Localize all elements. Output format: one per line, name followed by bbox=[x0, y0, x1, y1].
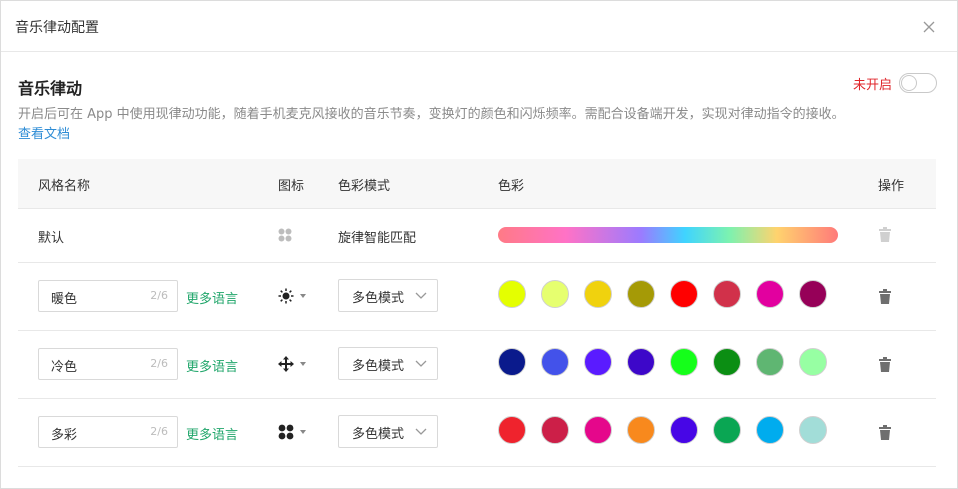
color-swatch[interactable] bbox=[498, 348, 526, 376]
toggle-knob bbox=[902, 76, 916, 90]
color-swatch[interactable] bbox=[756, 348, 784, 376]
color-swatch[interactable] bbox=[584, 280, 612, 308]
gradient-color-bar bbox=[498, 227, 838, 243]
more-languages-link[interactable]: 更多语言 bbox=[186, 356, 238, 375]
chevron-down-icon bbox=[300, 362, 306, 366]
color-swatches bbox=[498, 280, 842, 308]
color-swatches bbox=[498, 416, 842, 444]
dialog-title: 音乐律动配置 bbox=[15, 20, 99, 36]
color-swatches bbox=[498, 348, 842, 376]
color-swatch[interactable] bbox=[670, 416, 698, 444]
color-mode-value: 多色模式 bbox=[352, 359, 405, 374]
trash-icon[interactable] bbox=[878, 425, 892, 441]
color-mode-select[interactable]: 多色模式 bbox=[338, 415, 438, 448]
toggle-status-text: 未开启 bbox=[852, 77, 892, 93]
color-swatch[interactable] bbox=[713, 280, 741, 308]
icon-picker[interactable] bbox=[278, 424, 306, 440]
color-swatch[interactable] bbox=[584, 348, 612, 376]
color-swatch[interactable] bbox=[713, 348, 741, 376]
trash-icon[interactable] bbox=[878, 357, 892, 373]
header-icon: 图标 bbox=[278, 179, 305, 194]
chevron-down-icon bbox=[415, 292, 427, 299]
style-name-value: 冷色 bbox=[51, 360, 78, 375]
color-swatch[interactable] bbox=[541, 348, 569, 376]
char-count: 2/6 bbox=[150, 425, 168, 438]
sun-icon bbox=[278, 288, 294, 304]
more-languages-link[interactable]: 更多语言 bbox=[186, 288, 238, 307]
chevron-down-icon bbox=[415, 428, 427, 435]
color-swatch[interactable] bbox=[713, 416, 741, 444]
header-name: 风格名称 bbox=[38, 179, 91, 194]
trash-icon[interactable] bbox=[878, 289, 892, 305]
style-name-input[interactable]: 冷色 2/6 bbox=[38, 348, 178, 380]
color-swatch[interactable] bbox=[670, 348, 698, 376]
header-mode: 色彩模式 bbox=[338, 179, 391, 194]
table-row: 冷色 2/6 更多语言 多色模式 bbox=[18, 331, 936, 399]
move-arrows-icon bbox=[278, 356, 294, 372]
four-circles-icon bbox=[278, 424, 294, 440]
icon-picker[interactable] bbox=[278, 288, 306, 304]
color-swatch[interactable] bbox=[541, 416, 569, 444]
section-description: 开启后可在 App 中使用现律动功能，随着手机麦克风接收的音乐节奏，变换灯的颜色… bbox=[18, 105, 943, 145]
enable-toggle[interactable] bbox=[899, 73, 937, 93]
color-swatch[interactable] bbox=[584, 416, 612, 444]
enable-toggle-group: 未开启 bbox=[853, 73, 937, 93]
trash-icon-disabled bbox=[879, 227, 891, 242]
style-name-input[interactable]: 多彩 2/6 bbox=[38, 416, 178, 448]
description-text: 开启后可在 App 中使用现律动功能，随着手机麦克风接收的音乐节奏，变换灯的颜色… bbox=[18, 107, 845, 122]
style-name-value: 暖色 bbox=[51, 292, 78, 307]
style-table: 风格名称 图标 色彩模式 色彩 操作 默认 旋律智能匹配 暖色 2/6 更多语言… bbox=[18, 159, 936, 467]
four-dots-icon bbox=[278, 228, 292, 242]
color-mode-value: 多色模式 bbox=[352, 291, 405, 306]
style-name: 默认 bbox=[38, 231, 65, 246]
table-row: 默认 旋律智能匹配 bbox=[18, 209, 936, 263]
more-languages-link[interactable]: 更多语言 bbox=[186, 424, 238, 443]
icon-picker[interactable] bbox=[278, 356, 306, 372]
view-docs-link[interactable]: 查看文档 bbox=[18, 127, 70, 142]
header-colors: 色彩 bbox=[498, 179, 525, 194]
chevron-down-icon bbox=[300, 430, 306, 434]
color-swatch[interactable] bbox=[627, 416, 655, 444]
close-icon[interactable] bbox=[921, 19, 937, 35]
color-swatch[interactable] bbox=[799, 280, 827, 308]
char-count: 2/6 bbox=[150, 357, 168, 370]
color-swatch[interactable] bbox=[498, 416, 526, 444]
style-name-value: 多彩 bbox=[51, 428, 78, 443]
char-count: 2/6 bbox=[150, 289, 168, 302]
table-row: 暖色 2/6 更多语言 多色模式 bbox=[18, 263, 936, 331]
table-row: 多彩 2/6 更多语言 多色模式 bbox=[18, 399, 936, 467]
color-swatch[interactable] bbox=[627, 348, 655, 376]
color-mode-value: 多色模式 bbox=[352, 427, 405, 442]
color-swatch[interactable] bbox=[756, 416, 784, 444]
chevron-down-icon bbox=[300, 294, 306, 298]
color-mode-text: 旋律智能匹配 bbox=[338, 231, 417, 246]
color-mode-select[interactable]: 多色模式 bbox=[338, 279, 438, 312]
color-swatch[interactable] bbox=[498, 280, 526, 308]
color-mode-select[interactable]: 多色模式 bbox=[338, 347, 438, 380]
header-ops: 操作 bbox=[878, 179, 905, 194]
color-swatch[interactable] bbox=[756, 280, 784, 308]
music-rhythm-dialog: 音乐律动配置 音乐律动 未开启 开启后可在 App 中使用现律动功能，随着手机麦… bbox=[0, 0, 958, 489]
chevron-down-icon bbox=[415, 360, 427, 367]
color-swatch[interactable] bbox=[541, 280, 569, 308]
table-header: 风格名称 图标 色彩模式 色彩 操作 bbox=[18, 159, 936, 209]
color-swatch[interactable] bbox=[627, 280, 655, 308]
style-name-input[interactable]: 暖色 2/6 bbox=[38, 280, 178, 312]
color-swatch[interactable] bbox=[799, 348, 827, 376]
color-swatch[interactable] bbox=[799, 416, 827, 444]
color-swatch[interactable] bbox=[670, 280, 698, 308]
section-title: 音乐律动 bbox=[18, 79, 83, 98]
dialog-header: 音乐律动配置 bbox=[1, 1, 957, 52]
